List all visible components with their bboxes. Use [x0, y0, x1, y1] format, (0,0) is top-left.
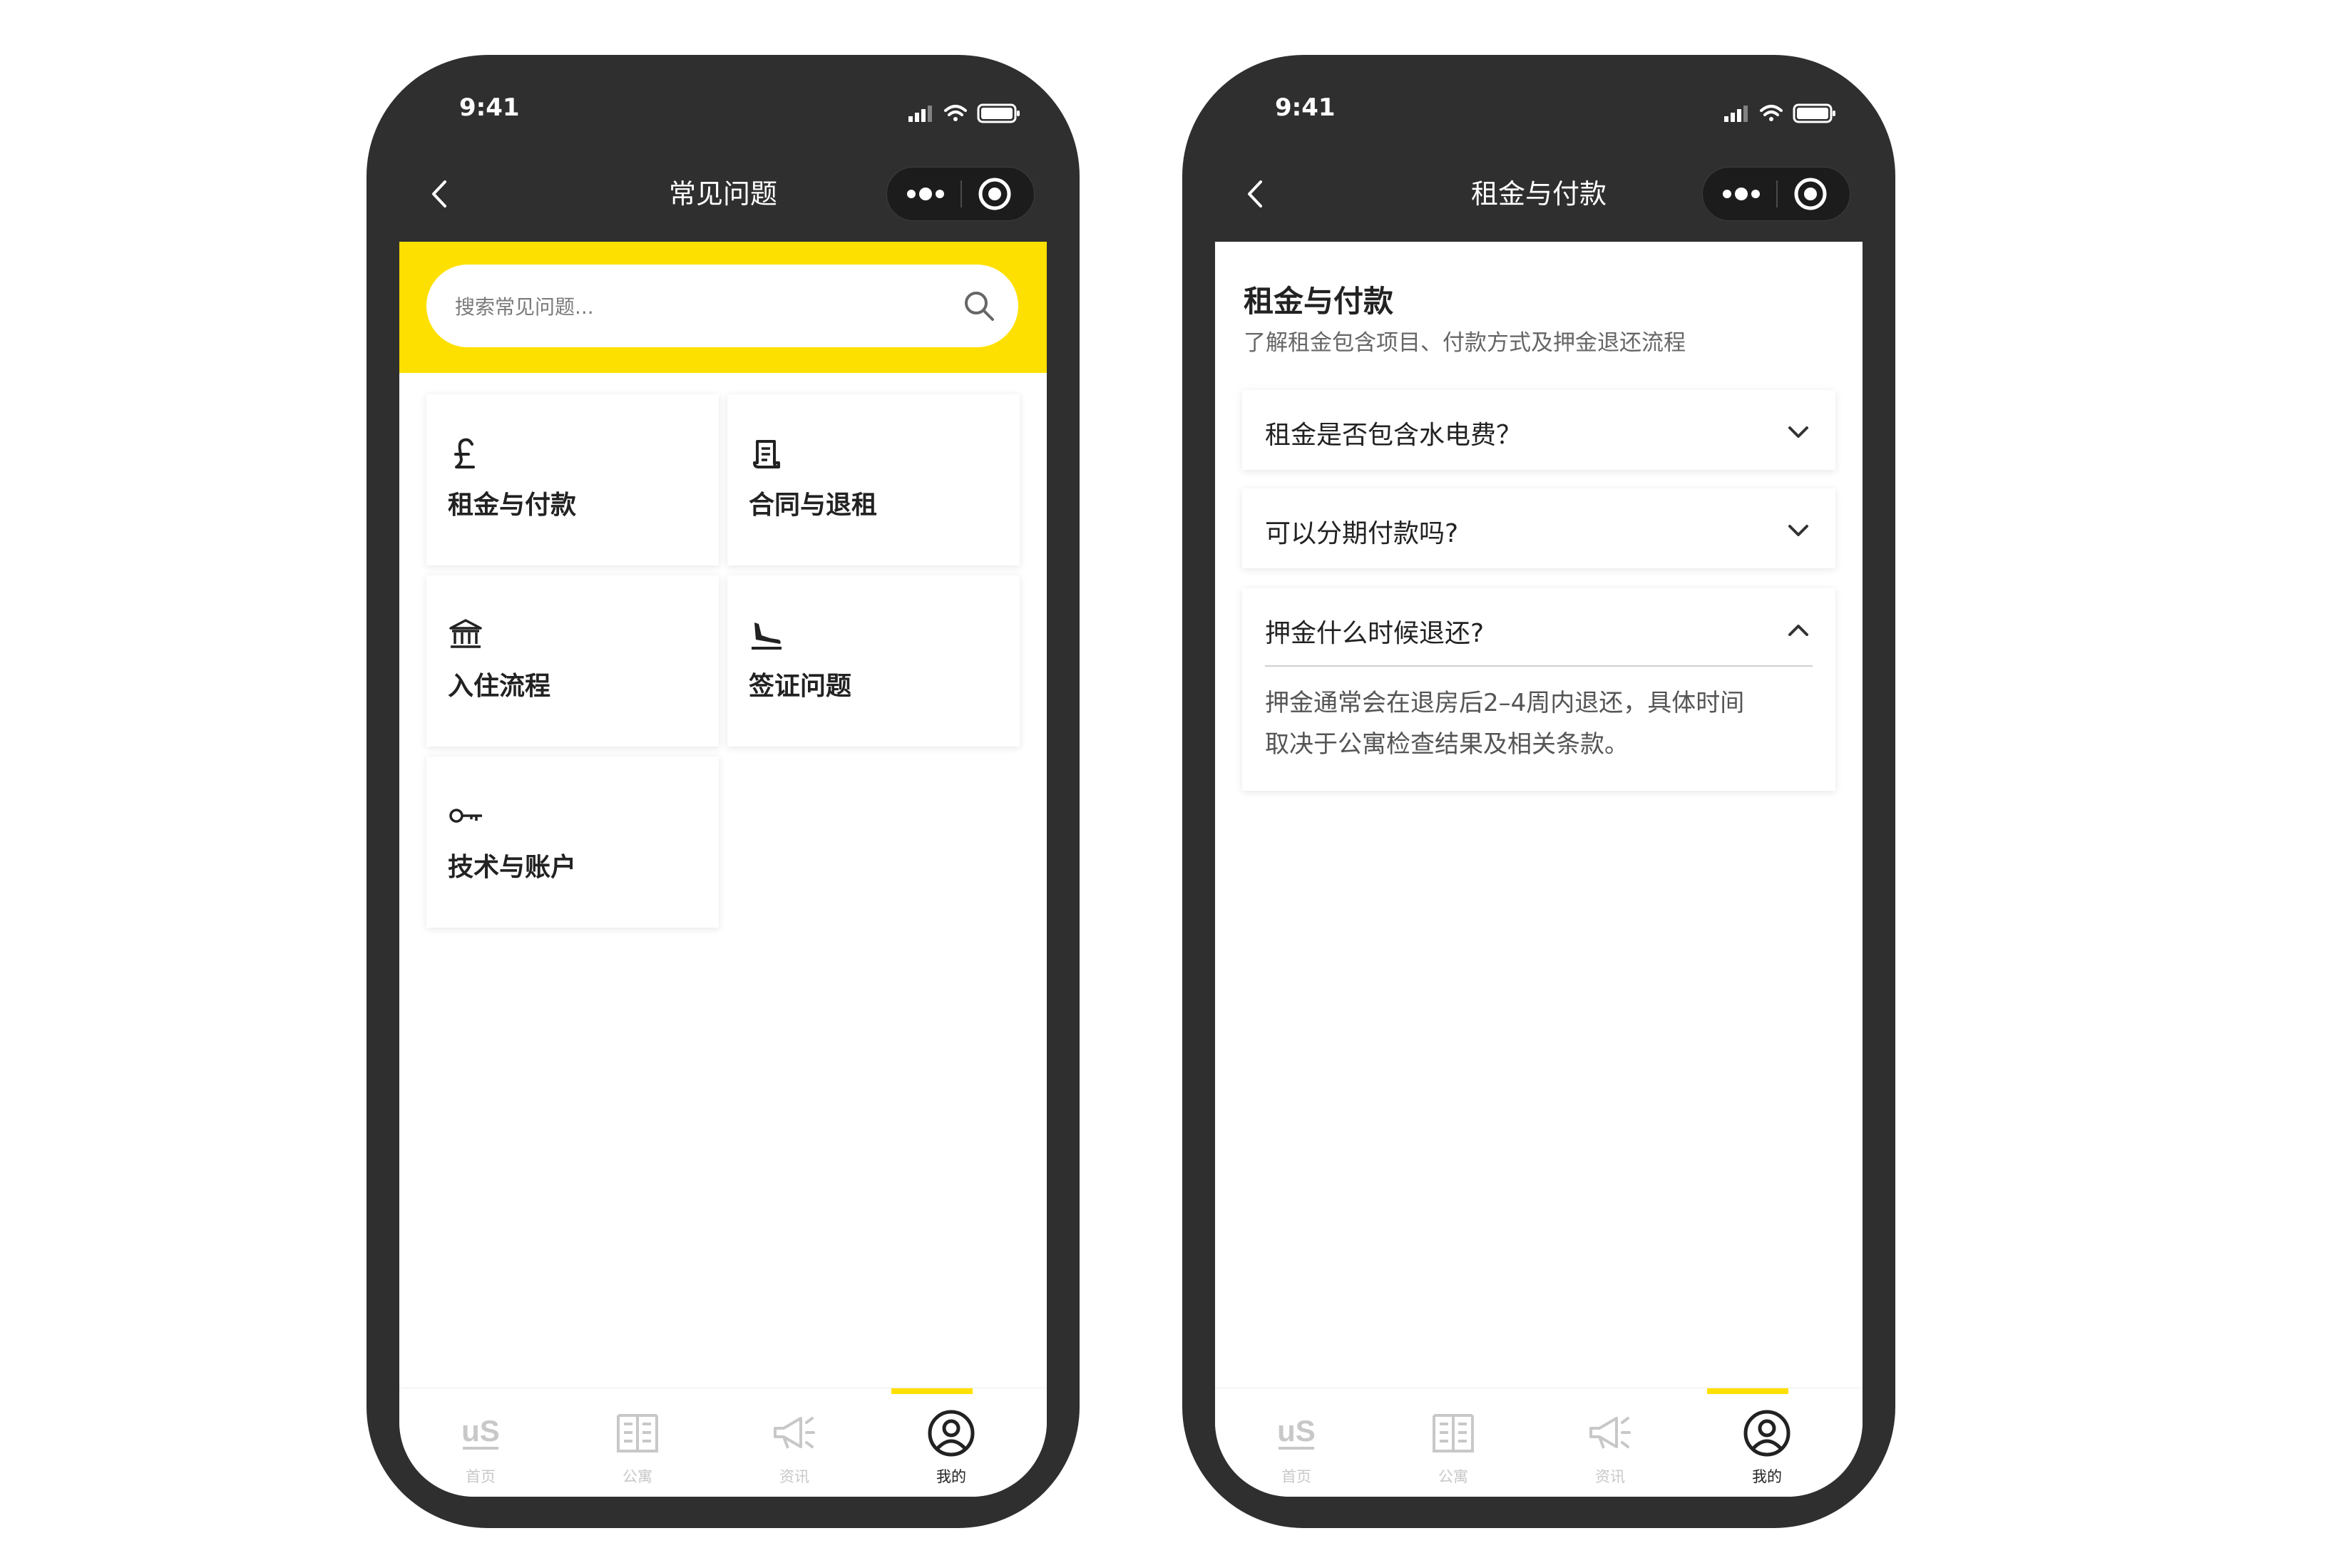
tab-active-indicator	[1707, 1388, 1788, 1394]
category-label: 入住流程	[448, 672, 551, 701]
signal-icon	[1724, 106, 1748, 122]
status-time: 9:41	[1275, 93, 1336, 122]
section-subtitle: 了解租金包含项目、付款方式及押金退还流程	[1244, 330, 1686, 356]
plane-landing-icon	[752, 622, 782, 650]
tab-label: 资讯	[1595, 1468, 1625, 1485]
tab-news[interactable]: 资讯	[716, 1388, 873, 1497]
pound-icon	[454, 438, 475, 468]
category-label: 合同与退租	[749, 491, 878, 520]
status-time: 9:41	[459, 93, 520, 122]
search-placeholder: 搜索常见问题...	[455, 295, 594, 319]
category-tile-contract[interactable]: 合同与退租	[727, 394, 1020, 565]
building-icon	[617, 1414, 658, 1452]
category-label: 租金与付款	[448, 491, 577, 520]
search-band: 搜索常见问题...	[399, 242, 1047, 373]
svg-text:uS: uS	[461, 1414, 500, 1447]
status-icons	[908, 103, 1020, 123]
megaphone-icon	[774, 1417, 815, 1449]
user-circle-icon	[928, 1410, 975, 1457]
category-label: 技术与账户	[448, 853, 577, 882]
tab-apartments[interactable]: 公寓	[559, 1388, 716, 1497]
faq-divider	[1265, 665, 1813, 667]
chevron-down-icon[interactable]	[1786, 520, 1811, 541]
tab-label: 我的	[936, 1468, 966, 1485]
tab-label: 首页	[466, 1468, 496, 1485]
faq-item-expanded[interactable]: 押金什么时候退还? 押金通常会在退房后2–4周内退还，具体时间 取决于公寓检查结…	[1242, 588, 1835, 791]
faq-question: 可以分期付款吗?	[1265, 519, 1459, 548]
tab-label: 我的	[1752, 1468, 1782, 1485]
us-logo-icon: uS	[461, 1414, 500, 1450]
tab-label: 首页	[1281, 1468, 1311, 1485]
tab-label: 公寓	[1438, 1468, 1468, 1485]
tab-home[interactable]: uS 首页	[402, 1388, 559, 1497]
category-tile-visa[interactable]: 签证问题	[727, 575, 1020, 747]
bank-icon	[449, 619, 482, 648]
screen-faq-detail: 租金与付款 了解租金包含项目、付款方式及押金退还流程 租金是否包含水电费？ 可以…	[1215, 242, 1863, 1497]
us-logo-icon: uS	[1277, 1414, 1316, 1450]
tab-label: 公寓	[623, 1468, 652, 1485]
megaphone-icon	[1589, 1417, 1631, 1449]
phone-frame-right: 9:41 租金与付款 租金与付款 了解租金包含项目、付款方式及押金退还流程 租金…	[1182, 55, 1895, 1528]
more-icon[interactable]	[887, 168, 960, 220]
user-circle-icon	[1743, 1410, 1790, 1457]
battery-icon	[1793, 103, 1835, 123]
mini-program-capsule	[1702, 167, 1850, 221]
category-label: 签证问题	[749, 672, 852, 701]
chevron-up-icon[interactable]	[1786, 620, 1811, 641]
tab-me[interactable]: 我的	[1689, 1388, 1845, 1497]
faq-answer: 押金通常会在退房后2–4周内退还，具体时间 取决于公寓检查结果及相关条款。	[1265, 682, 1821, 765]
battery-icon	[977, 103, 1020, 123]
building-icon	[1433, 1414, 1474, 1452]
document-icon	[753, 440, 780, 468]
phone-frame-left: 9:41 常见问题 搜索常见问题... 租金与付款 合同与退租 入住流程 签证问…	[367, 55, 1080, 1528]
section-title: 租金与付款	[1244, 284, 1394, 319]
faq-question: 押金什么时候退还?	[1265, 619, 1485, 648]
tab-apartments[interactable]: 公寓	[1375, 1388, 1532, 1497]
tab-bar: uS 首页 公寓 资讯 我的	[399, 1388, 1047, 1497]
signal-icon	[908, 106, 932, 122]
faq-item[interactable]: 租金是否包含水电费？	[1242, 390, 1835, 470]
search-input[interactable]: 搜索常见问题...	[426, 265, 1018, 347]
category-tile-rent[interactable]: 租金与付款	[426, 394, 719, 565]
tab-home[interactable]: uS 首页	[1218, 1388, 1375, 1497]
close-target-icon[interactable]	[1778, 168, 1850, 220]
key-icon	[449, 809, 482, 823]
tab-label: 资讯	[779, 1468, 809, 1485]
chevron-down-icon[interactable]	[1786, 421, 1811, 443]
faq-answer-line: 押金通常会在退房后2–4周内退还，具体时间	[1265, 689, 1745, 717]
status-icons	[1724, 103, 1835, 123]
wifi-icon	[944, 105, 967, 121]
screen-faq-home: 搜索常见问题... 租金与付款 合同与退租 入住流程 签证问题 技术与账户 uS…	[399, 242, 1047, 1497]
search-icon[interactable]	[963, 289, 995, 322]
close-target-icon[interactable]	[962, 168, 1034, 220]
category-tile-checkin[interactable]: 入住流程	[426, 575, 719, 747]
mini-program-capsule	[886, 167, 1035, 221]
faq-answer-line: 取决于公寓检查结果及相关条款。	[1265, 730, 1629, 759]
tab-bar: uS 首页 公寓 资讯 我的	[1215, 1388, 1863, 1497]
faq-question: 租金是否包含水电费？	[1265, 421, 1522, 450]
category-tile-tech[interactable]: 技术与账户	[426, 757, 719, 928]
more-icon[interactable]	[1703, 168, 1776, 220]
tab-active-indicator	[891, 1388, 973, 1394]
wifi-icon	[1760, 105, 1783, 121]
faq-item[interactable]: 可以分期付款吗?	[1242, 488, 1835, 568]
tab-news[interactable]: 资讯	[1532, 1388, 1689, 1497]
svg-text:uS: uS	[1277, 1414, 1316, 1447]
tab-me[interactable]: 我的	[873, 1388, 1030, 1497]
